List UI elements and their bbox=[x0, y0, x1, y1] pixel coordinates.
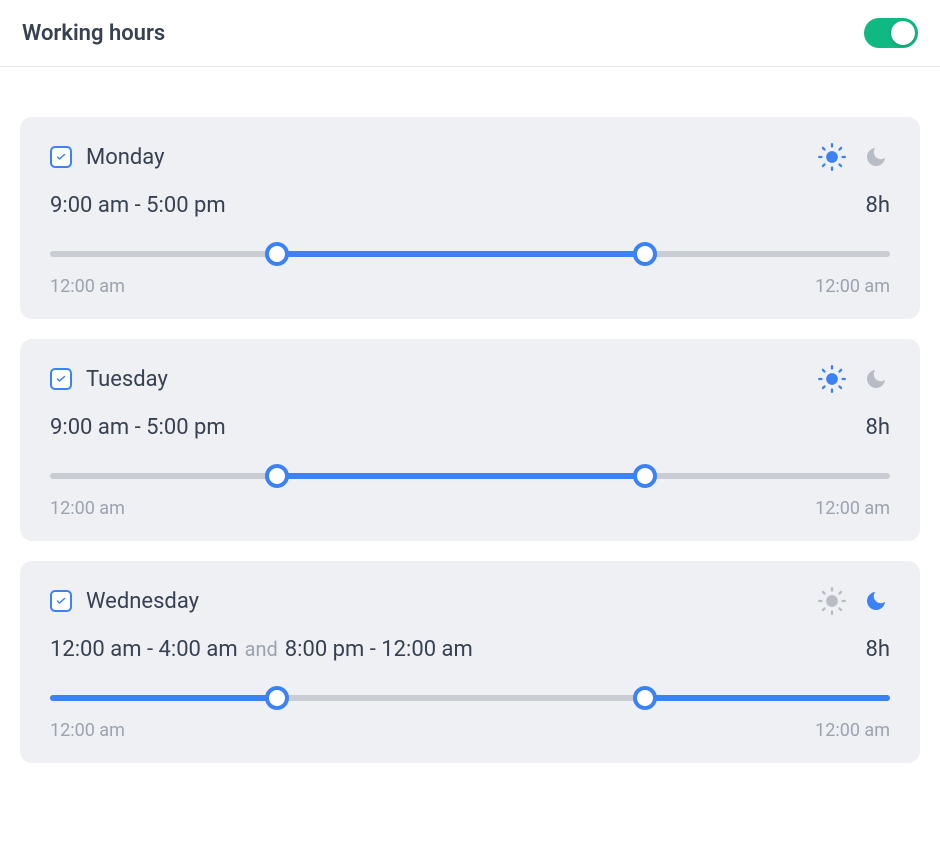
slider-handle-end[interactable] bbox=[633, 464, 657, 488]
day-enabled-checkbox[interactable] bbox=[50, 368, 72, 390]
time-range-slider[interactable] bbox=[50, 686, 890, 710]
duration-label: 8h bbox=[866, 193, 890, 218]
day-card-wednesday: Wednesday 12:00 am - 4:00 am and 8:00 pm… bbox=[20, 561, 920, 763]
slider-fill bbox=[645, 695, 890, 701]
scale-end-label: 12:00 am bbox=[815, 498, 890, 519]
sun-icon[interactable] bbox=[818, 143, 846, 171]
slider-fill bbox=[50, 695, 277, 701]
moon-icon[interactable] bbox=[862, 365, 890, 393]
scale-end-label: 12:00 am bbox=[815, 720, 890, 741]
slider-handle-end[interactable] bbox=[265, 686, 289, 710]
scale-end-label: 12:00 am bbox=[815, 276, 890, 297]
sun-icon[interactable] bbox=[818, 365, 846, 393]
day-name-label: Monday bbox=[86, 145, 165, 170]
scale-start-label: 12:00 am bbox=[50, 276, 125, 297]
and-label: and bbox=[240, 637, 283, 661]
day-name-label: Tuesday bbox=[86, 367, 168, 392]
moon-icon[interactable] bbox=[862, 143, 890, 171]
scale-start-label: 12:00 am bbox=[50, 720, 125, 741]
time-range-label: 9:00 am - 5:00 pm bbox=[50, 193, 226, 218]
slider-handle-start[interactable] bbox=[265, 464, 289, 488]
time-range-slider[interactable] bbox=[50, 242, 890, 266]
duration-label: 8h bbox=[866, 415, 890, 440]
working-hours-toggle[interactable] bbox=[864, 18, 918, 48]
time-range-label: 9:00 am - 5:00 pm bbox=[50, 415, 226, 440]
slider-handle-end[interactable] bbox=[633, 242, 657, 266]
slider-fill bbox=[277, 251, 645, 257]
days-list: Monday 9:00 am - 5:00 pm 8h 12:00 am 12:00 … bbox=[0, 67, 940, 763]
day-enabled-checkbox[interactable] bbox=[50, 146, 72, 168]
time-range-label: 12:00 am - 4:00 am and 8:00 pm - 12:00 a… bbox=[50, 637, 473, 662]
slider-fill bbox=[277, 473, 645, 479]
day-card-monday: Monday 9:00 am - 5:00 pm 8h 12:00 am 12:00 … bbox=[20, 117, 920, 319]
sun-icon[interactable] bbox=[818, 587, 846, 615]
header: Working hours bbox=[0, 0, 940, 67]
slider-handle-start[interactable] bbox=[265, 242, 289, 266]
duration-label: 8h bbox=[866, 637, 890, 662]
day-name-label: Wednesday bbox=[86, 589, 199, 614]
day-card-tuesday: Tuesday 9:00 am - 5:00 pm 8h 12:00 am 12:00… bbox=[20, 339, 920, 541]
page-title: Working hours bbox=[22, 21, 165, 46]
day-enabled-checkbox[interactable] bbox=[50, 590, 72, 612]
slider-handle-start[interactable] bbox=[633, 686, 657, 710]
moon-icon[interactable] bbox=[862, 587, 890, 615]
time-range-slider[interactable] bbox=[50, 464, 890, 488]
scale-start-label: 12:00 am bbox=[50, 498, 125, 519]
